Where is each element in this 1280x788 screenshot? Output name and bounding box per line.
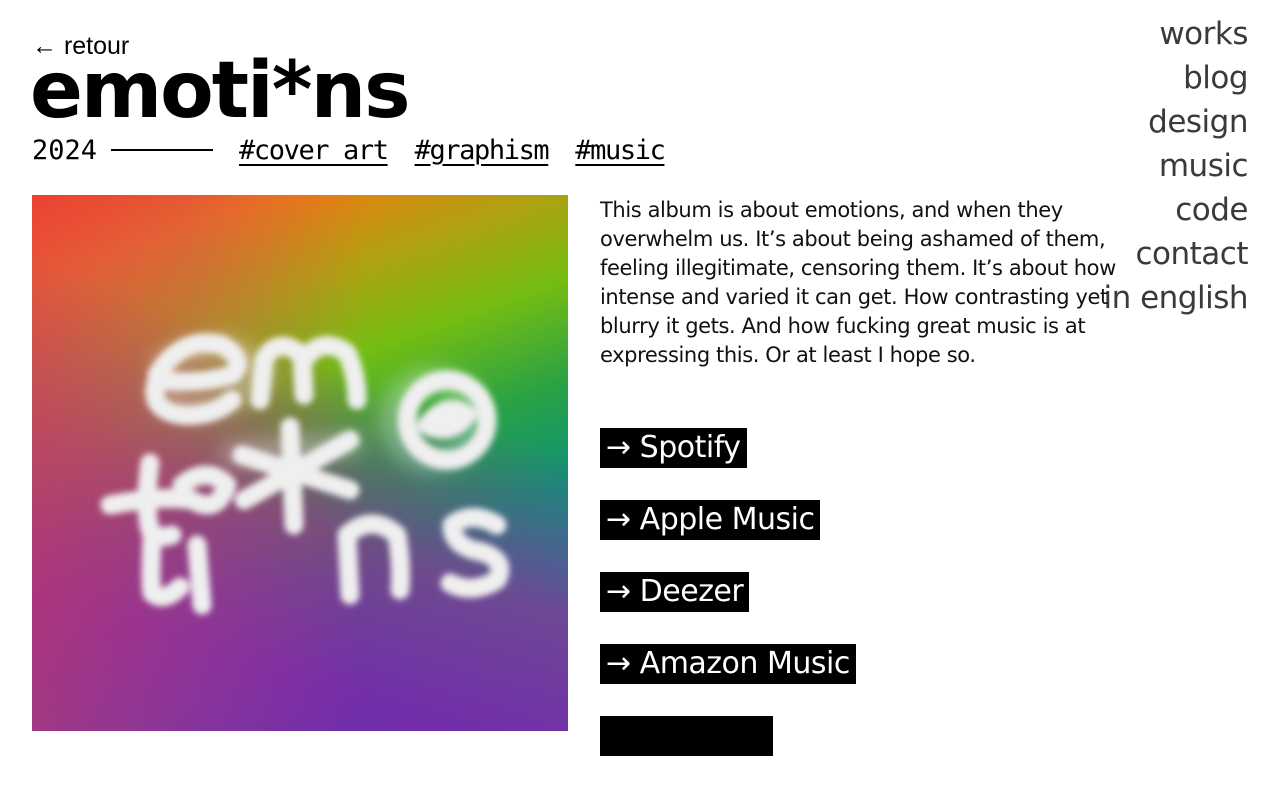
cover-lettering-art bbox=[100, 333, 510, 615]
spotify-link[interactable]: → Spotify bbox=[600, 428, 747, 468]
tag-cover-art[interactable]: #cover art bbox=[239, 135, 389, 166]
deezer-link[interactable]: → Deezer bbox=[600, 572, 750, 612]
meta-row: 2024 #cover art #graphism #music bbox=[32, 132, 691, 168]
nav-item-blog[interactable]: blog bbox=[1183, 56, 1248, 100]
album-description: This album is about emotions, and when t… bbox=[600, 198, 1116, 367]
year-label: 2024 bbox=[32, 134, 98, 166]
nav-item-design[interactable]: design bbox=[1148, 100, 1248, 144]
nav-item-contact[interactable]: contact bbox=[1135, 232, 1248, 276]
tag-graphism[interactable]: #graphism bbox=[415, 135, 550, 166]
nav-item-music[interactable]: music bbox=[1159, 144, 1249, 188]
more-link[interactable] bbox=[600, 716, 773, 756]
page-title: emoti*ns bbox=[30, 46, 411, 136]
divider-line bbox=[111, 149, 214, 151]
tag-music[interactable]: #music bbox=[575, 135, 666, 166]
apple-music-link[interactable]: → Apple Music bbox=[600, 500, 821, 540]
nav-item-works[interactable]: works bbox=[1159, 12, 1248, 56]
album-cover-image bbox=[32, 195, 568, 731]
amazon-music-link[interactable]: → Amazon Music bbox=[600, 644, 856, 684]
nav-item-code[interactable]: code bbox=[1175, 188, 1248, 232]
streaming-links: → Spotify → Apple Music → Deezer → Amazo… bbox=[600, 428, 856, 788]
